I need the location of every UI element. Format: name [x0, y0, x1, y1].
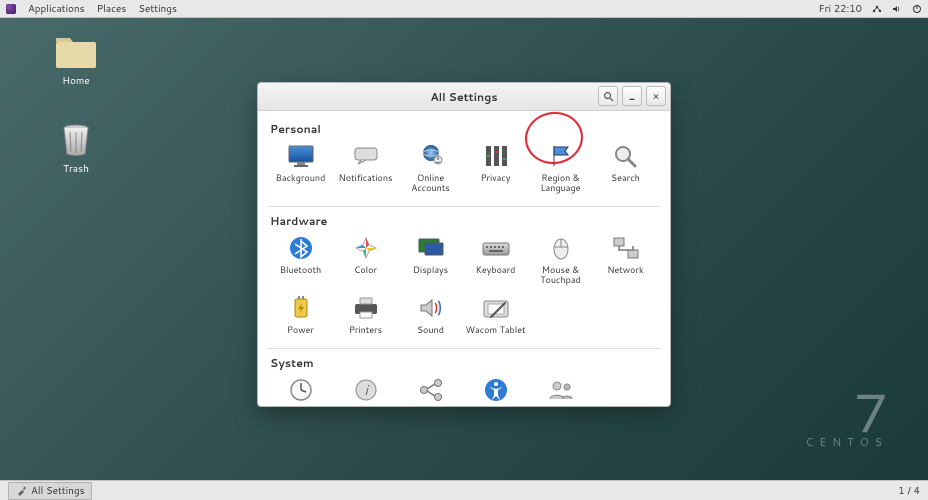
notifications-cell[interactable]: Notifications: [333, 139, 398, 200]
network-tray-icon[interactable]: [872, 4, 882, 14]
folder-icon: [54, 32, 98, 70]
settings-window: All Settings _ × Personal Background Not…: [257, 82, 671, 407]
centos-name: CENTOS: [806, 434, 888, 450]
displays-cell[interactable]: Displays: [398, 231, 463, 292]
section-hardware-heading: Hardware: [270, 213, 660, 229]
section-personal-grid: Background Notifications Online Accounts…: [268, 139, 660, 200]
volume-tray-icon[interactable]: [892, 4, 902, 14]
keyboard-icon: [481, 235, 511, 261]
desktop-trash[interactable]: Trash: [48, 120, 104, 176]
search-cell[interactable]: Search: [593, 139, 658, 200]
displays-icon: [416, 235, 446, 261]
sharing-icon: [416, 377, 446, 403]
section-personal-heading: Personal: [270, 121, 660, 137]
sound-cell[interactable]: Sound: [398, 291, 463, 341]
minimize-button[interactable]: _: [622, 86, 642, 106]
close-button[interactable]: ×: [646, 86, 666, 106]
sound-icon: [416, 295, 446, 321]
desktop-home[interactable]: Home: [48, 32, 104, 88]
section-hardware-grid: Bluetooth Color Displays Keyboard Mouse …: [268, 231, 660, 342]
desktop-home-label: Home: [48, 74, 104, 88]
desktop-trash-label: Trash: [48, 162, 104, 176]
color-icon: [351, 235, 381, 261]
online-accounts-icon: [416, 143, 446, 169]
background-cell[interactable]: Background: [268, 139, 333, 200]
date-time-cell[interactable]: Date & Time: [268, 373, 333, 406]
notifications-icon: [351, 143, 381, 169]
panel-clock[interactable]: Fri 22:10: [819, 2, 862, 16]
menu-places[interactable]: Places: [97, 2, 127, 16]
mouse-icon: [546, 235, 576, 261]
privacy-icon: [481, 143, 511, 169]
task-label: All Settings: [31, 484, 85, 498]
clock-icon: [286, 377, 316, 403]
titlebar-search-button[interactable]: [598, 86, 618, 106]
background-icon: [286, 143, 316, 169]
trash-icon: [54, 120, 98, 158]
workspace-indicator[interactable]: 1 / 4: [898, 484, 920, 498]
wacom-cell[interactable]: Wacom Tablet: [463, 291, 528, 341]
network-icon: [611, 235, 641, 261]
universal-access-cell[interactable]: Universal Access: [463, 373, 528, 406]
window-titlebar[interactable]: All Settings _ ×: [258, 83, 670, 111]
privacy-cell[interactable]: Privacy: [463, 139, 528, 200]
top-panel: Applications Places Settings Fri 22:10: [0, 0, 928, 18]
search-icon: [611, 143, 641, 169]
bluetooth-cell[interactable]: Bluetooth: [268, 231, 333, 292]
centos-version: 7: [806, 391, 888, 434]
network-cell[interactable]: Network: [593, 231, 658, 292]
sharing-cell[interactable]: Sharing: [398, 373, 463, 406]
users-cell[interactable]: Users: [528, 373, 593, 406]
power-cell[interactable]: Power: [268, 291, 333, 341]
region-language-icon: [546, 143, 576, 169]
color-cell[interactable]: Color: [333, 231, 398, 292]
users-icon: [546, 377, 576, 403]
power-tray-icon[interactable]: [912, 4, 922, 14]
wacom-icon: [481, 295, 511, 321]
printers-cell[interactable]: Printers: [333, 291, 398, 341]
distro-icon: [6, 4, 16, 14]
region-language-cell[interactable]: Region & Language: [528, 139, 593, 200]
menu-applications[interactable]: Applications: [28, 2, 85, 16]
bluetooth-icon: [286, 235, 316, 261]
details-cell[interactable]: i Details: [333, 373, 398, 406]
printers-icon: [351, 295, 381, 321]
online-accounts-cell[interactable]: Online Accounts: [398, 139, 463, 200]
centos-watermark: 7 CENTOS: [806, 391, 888, 450]
power-icon: [286, 295, 316, 321]
section-system-heading: System: [270, 355, 660, 371]
bottom-taskbar: All Settings 1 / 4: [0, 480, 928, 500]
universal-access-icon: [481, 377, 511, 403]
wrench-icon: [15, 485, 27, 497]
details-icon: i: [351, 377, 381, 403]
keyboard-cell[interactable]: Keyboard: [463, 231, 528, 292]
menu-settings[interactable]: Settings: [138, 2, 177, 16]
section-system-grid: Date & Time i Details Sharing Universal …: [268, 373, 660, 406]
mouse-touchpad-cell[interactable]: Mouse & Touchpad: [528, 231, 593, 292]
task-all-settings[interactable]: All Settings: [8, 482, 92, 500]
